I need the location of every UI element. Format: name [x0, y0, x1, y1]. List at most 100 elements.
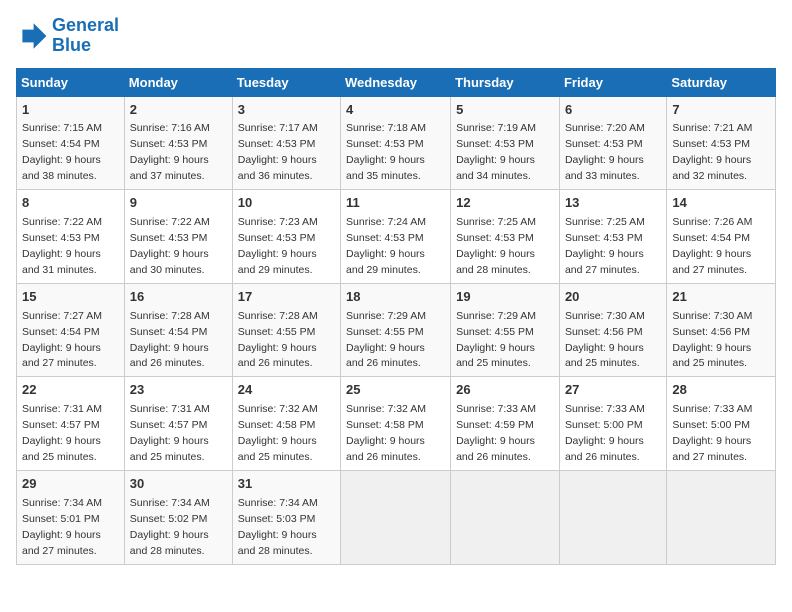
day-detail: Sunrise: 7:24 AMSunset: 4:53 PMDaylight:…: [346, 216, 426, 276]
calendar-cell: 4 Sunrise: 7:18 AMSunset: 4:53 PMDaylight…: [341, 96, 451, 190]
day-number: 13: [565, 194, 661, 213]
day-number: 10: [238, 194, 335, 213]
logo: General Blue: [16, 16, 119, 56]
day-detail: Sunrise: 7:23 AMSunset: 4:53 PMDaylight:…: [238, 216, 318, 276]
logo-text: General Blue: [52, 16, 119, 56]
calendar-cell: 14Sunrise: 7:26 AMSunset: 4:54 PMDayligh…: [667, 190, 776, 284]
day-number: 5: [456, 101, 554, 120]
day-number: 22: [22, 381, 119, 400]
day-number: 23: [130, 381, 227, 400]
calendar-cell: [451, 470, 560, 564]
day-number: 4: [346, 101, 445, 120]
calendar-week-2: 8Sunrise: 7:22 AMSunset: 4:53 PMDaylight…: [17, 190, 776, 284]
day-number: 28: [672, 381, 770, 400]
calendar-cell: 12 Sunrise: 7:25 AMSunset: 4:53 PMDayligh…: [451, 190, 560, 284]
logo-icon: [16, 20, 48, 52]
weekday-header-sunday: Sunday: [17, 68, 125, 96]
calendar-cell: 1 Sunrise: 7:15 AMSunset: 4:54 PMDaylight…: [17, 96, 125, 190]
day-detail: Sunrise: 7:21 AMSunset: 4:53 PMDaylight:…: [672, 122, 752, 182]
calendar-week-4: 22 Sunrise: 7:31 AMSunset: 4:57 PMDayligh…: [17, 377, 776, 471]
calendar-cell: 17 Sunrise: 7:28 AMSunset: 4:55 PMDayligh…: [232, 283, 340, 377]
calendar-cell: 5 Sunrise: 7:19 AMSunset: 4:53 PMDaylight…: [451, 96, 560, 190]
calendar-cell: 2 Sunrise: 7:16 AMSunset: 4:53 PMDaylight…: [124, 96, 232, 190]
day-detail: Sunrise: 7:17 AMSunset: 4:53 PMDaylight:…: [238, 122, 318, 182]
weekday-header-monday: Monday: [124, 68, 232, 96]
calendar-cell: 22 Sunrise: 7:31 AMSunset: 4:57 PMDayligh…: [17, 377, 125, 471]
calendar-cell: 20 Sunrise: 7:30 AMSunset: 4:56 PMDayligh…: [559, 283, 666, 377]
weekday-header-tuesday: Tuesday: [232, 68, 340, 96]
calendar-cell: 16 Sunrise: 7:28 AMSunset: 4:54 PMDayligh…: [124, 283, 232, 377]
day-detail: Sunrise: 7:30 AMSunset: 4:56 PMDaylight:…: [672, 310, 752, 370]
calendar-cell: 24 Sunrise: 7:32 AMSunset: 4:58 PMDayligh…: [232, 377, 340, 471]
day-number: 3: [238, 101, 335, 120]
weekday-header-thursday: Thursday: [451, 68, 560, 96]
day-detail: Sunrise: 7:31 AMSunset: 4:57 PMDaylight:…: [22, 403, 102, 463]
day-detail: Sunrise: 7:33 AMSunset: 5:00 PMDaylight:…: [565, 403, 645, 463]
day-detail: Sunrise: 7:29 AMSunset: 4:55 PMDaylight:…: [456, 310, 536, 370]
calendar-cell: 9 Sunrise: 7:22 AMSunset: 4:53 PMDaylight…: [124, 190, 232, 284]
weekday-header-friday: Friday: [559, 68, 666, 96]
day-detail: Sunrise: 7:26 AMSunset: 4:54 PMDaylight:…: [672, 216, 752, 276]
day-number: 15: [22, 288, 119, 307]
day-number: 12: [456, 194, 554, 213]
calendar-cell: 29 Sunrise: 7:34 AMSunset: 5:01 PMDayligh…: [17, 470, 125, 564]
calendar-cell: 23 Sunrise: 7:31 AMSunset: 4:57 PMDayligh…: [124, 377, 232, 471]
calendar-cell: 21Sunrise: 7:30 AMSunset: 4:56 PMDayligh…: [667, 283, 776, 377]
day-number: 29: [22, 475, 119, 494]
day-number: 7: [672, 101, 770, 120]
day-detail: Sunrise: 7:20 AMSunset: 4:53 PMDaylight:…: [565, 122, 645, 182]
day-number: 2: [130, 101, 227, 120]
weekday-header-saturday: Saturday: [667, 68, 776, 96]
day-detail: Sunrise: 7:30 AMSunset: 4:56 PMDaylight:…: [565, 310, 645, 370]
calendar-week-3: 15Sunrise: 7:27 AMSunset: 4:54 PMDayligh…: [17, 283, 776, 377]
day-detail: Sunrise: 7:22 AMSunset: 4:53 PMDaylight:…: [22, 216, 102, 276]
calendar-cell: 13 Sunrise: 7:25 AMSunset: 4:53 PMDayligh…: [559, 190, 666, 284]
day-detail: Sunrise: 7:32 AMSunset: 4:58 PMDaylight:…: [238, 403, 318, 463]
day-number: 25: [346, 381, 445, 400]
calendar-cell: 8Sunrise: 7:22 AMSunset: 4:53 PMDaylight…: [17, 190, 125, 284]
page-header: General Blue: [16, 16, 776, 56]
day-number: 20: [565, 288, 661, 307]
day-number: 19: [456, 288, 554, 307]
day-number: 17: [238, 288, 335, 307]
day-number: 24: [238, 381, 335, 400]
calendar-table: SundayMondayTuesdayWednesdayThursdayFrid…: [16, 68, 776, 565]
calendar-cell: 15Sunrise: 7:27 AMSunset: 4:54 PMDayligh…: [17, 283, 125, 377]
day-detail: Sunrise: 7:28 AMSunset: 4:54 PMDaylight:…: [130, 310, 210, 370]
day-number: 11: [346, 194, 445, 213]
day-number: 6: [565, 101, 661, 120]
day-detail: Sunrise: 7:16 AMSunset: 4:53 PMDaylight:…: [130, 122, 210, 182]
calendar-cell: 31Sunrise: 7:34 AMSunset: 5:03 PMDayligh…: [232, 470, 340, 564]
calendar-cell: 27Sunrise: 7:33 AMSunset: 5:00 PMDayligh…: [559, 377, 666, 471]
calendar-cell: [341, 470, 451, 564]
calendar-cell: 26 Sunrise: 7:33 AMSunset: 4:59 PMDayligh…: [451, 377, 560, 471]
calendar-cell: [559, 470, 666, 564]
calendar-cell: 7 Sunrise: 7:21 AMSunset: 4:53 PMDaylight…: [667, 96, 776, 190]
day-detail: Sunrise: 7:18 AMSunset: 4:53 PMDaylight:…: [346, 122, 426, 182]
day-detail: Sunrise: 7:28 AMSunset: 4:55 PMDaylight:…: [238, 310, 318, 370]
calendar-cell: 19 Sunrise: 7:29 AMSunset: 4:55 PMDayligh…: [451, 283, 560, 377]
day-detail: Sunrise: 7:31 AMSunset: 4:57 PMDaylight:…: [130, 403, 210, 463]
calendar-cell: 28 Sunrise: 7:33 AMSunset: 5:00 PMDayligh…: [667, 377, 776, 471]
day-detail: Sunrise: 7:25 AMSunset: 4:53 PMDaylight:…: [456, 216, 536, 276]
day-detail: Sunrise: 7:32 AMSunset: 4:58 PMDaylight:…: [346, 403, 426, 463]
day-detail: Sunrise: 7:34 AMSunset: 5:01 PMDaylight:…: [22, 497, 102, 557]
day-number: 1: [22, 101, 119, 120]
day-number: 26: [456, 381, 554, 400]
day-number: 18: [346, 288, 445, 307]
calendar-cell: 25 Sunrise: 7:32 AMSunset: 4:58 PMDayligh…: [341, 377, 451, 471]
day-detail: Sunrise: 7:34 AMSunset: 5:02 PMDaylight:…: [130, 497, 210, 557]
weekday-header-wednesday: Wednesday: [341, 68, 451, 96]
day-detail: Sunrise: 7:34 AMSunset: 5:03 PMDaylight:…: [238, 497, 318, 557]
day-detail: Sunrise: 7:19 AMSunset: 4:53 PMDaylight:…: [456, 122, 536, 182]
day-detail: Sunrise: 7:25 AMSunset: 4:53 PMDaylight:…: [565, 216, 645, 276]
day-number: 9: [130, 194, 227, 213]
day-detail: Sunrise: 7:33 AMSunset: 4:59 PMDaylight:…: [456, 403, 536, 463]
day-number: 16: [130, 288, 227, 307]
day-detail: Sunrise: 7:15 AMSunset: 4:54 PMDaylight:…: [22, 122, 102, 182]
calendar-cell: 30Sunrise: 7:34 AMSunset: 5:02 PMDayligh…: [124, 470, 232, 564]
day-detail: Sunrise: 7:22 AMSunset: 4:53 PMDaylight:…: [130, 216, 210, 276]
calendar-cell: 3 Sunrise: 7:17 AMSunset: 4:53 PMDaylight…: [232, 96, 340, 190]
calendar-week-1: 1 Sunrise: 7:15 AMSunset: 4:54 PMDaylight…: [17, 96, 776, 190]
day-detail: Sunrise: 7:33 AMSunset: 5:00 PMDaylight:…: [672, 403, 752, 463]
